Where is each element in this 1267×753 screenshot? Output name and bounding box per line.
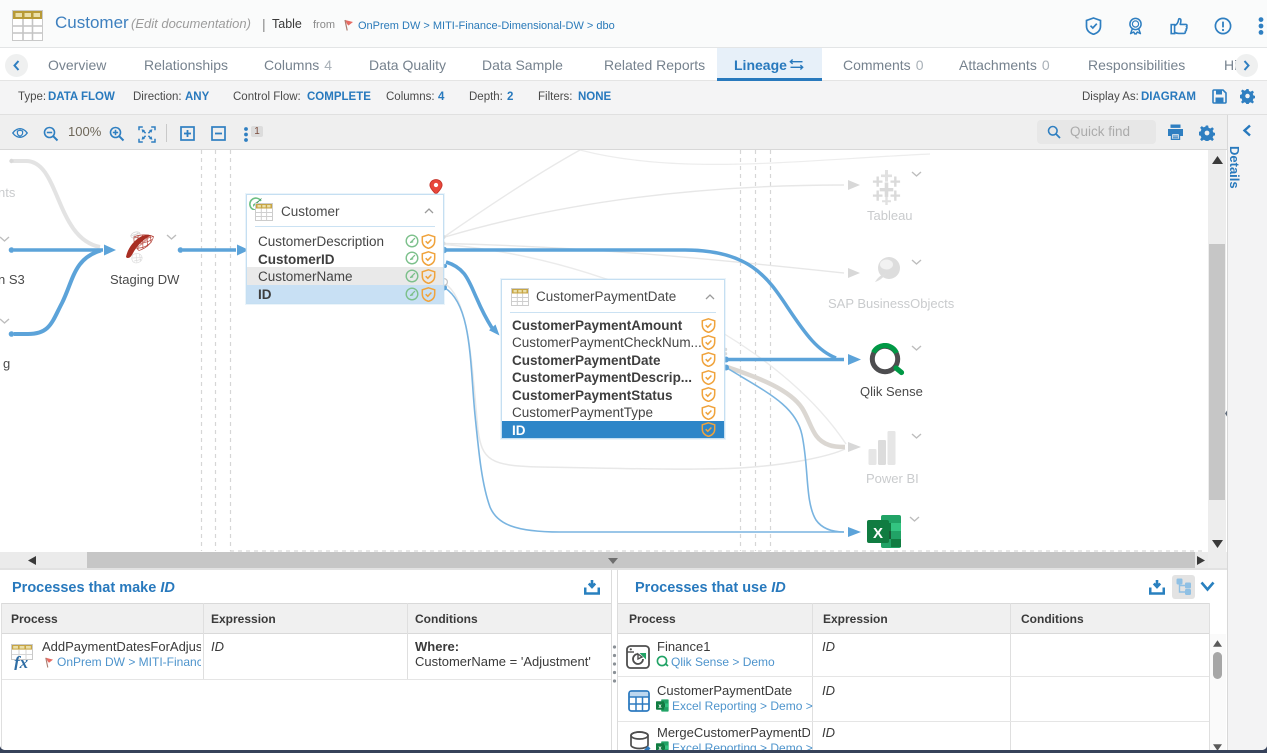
svg-text:fx: fx: [14, 653, 29, 670]
svg-text:X: X: [873, 525, 883, 542]
